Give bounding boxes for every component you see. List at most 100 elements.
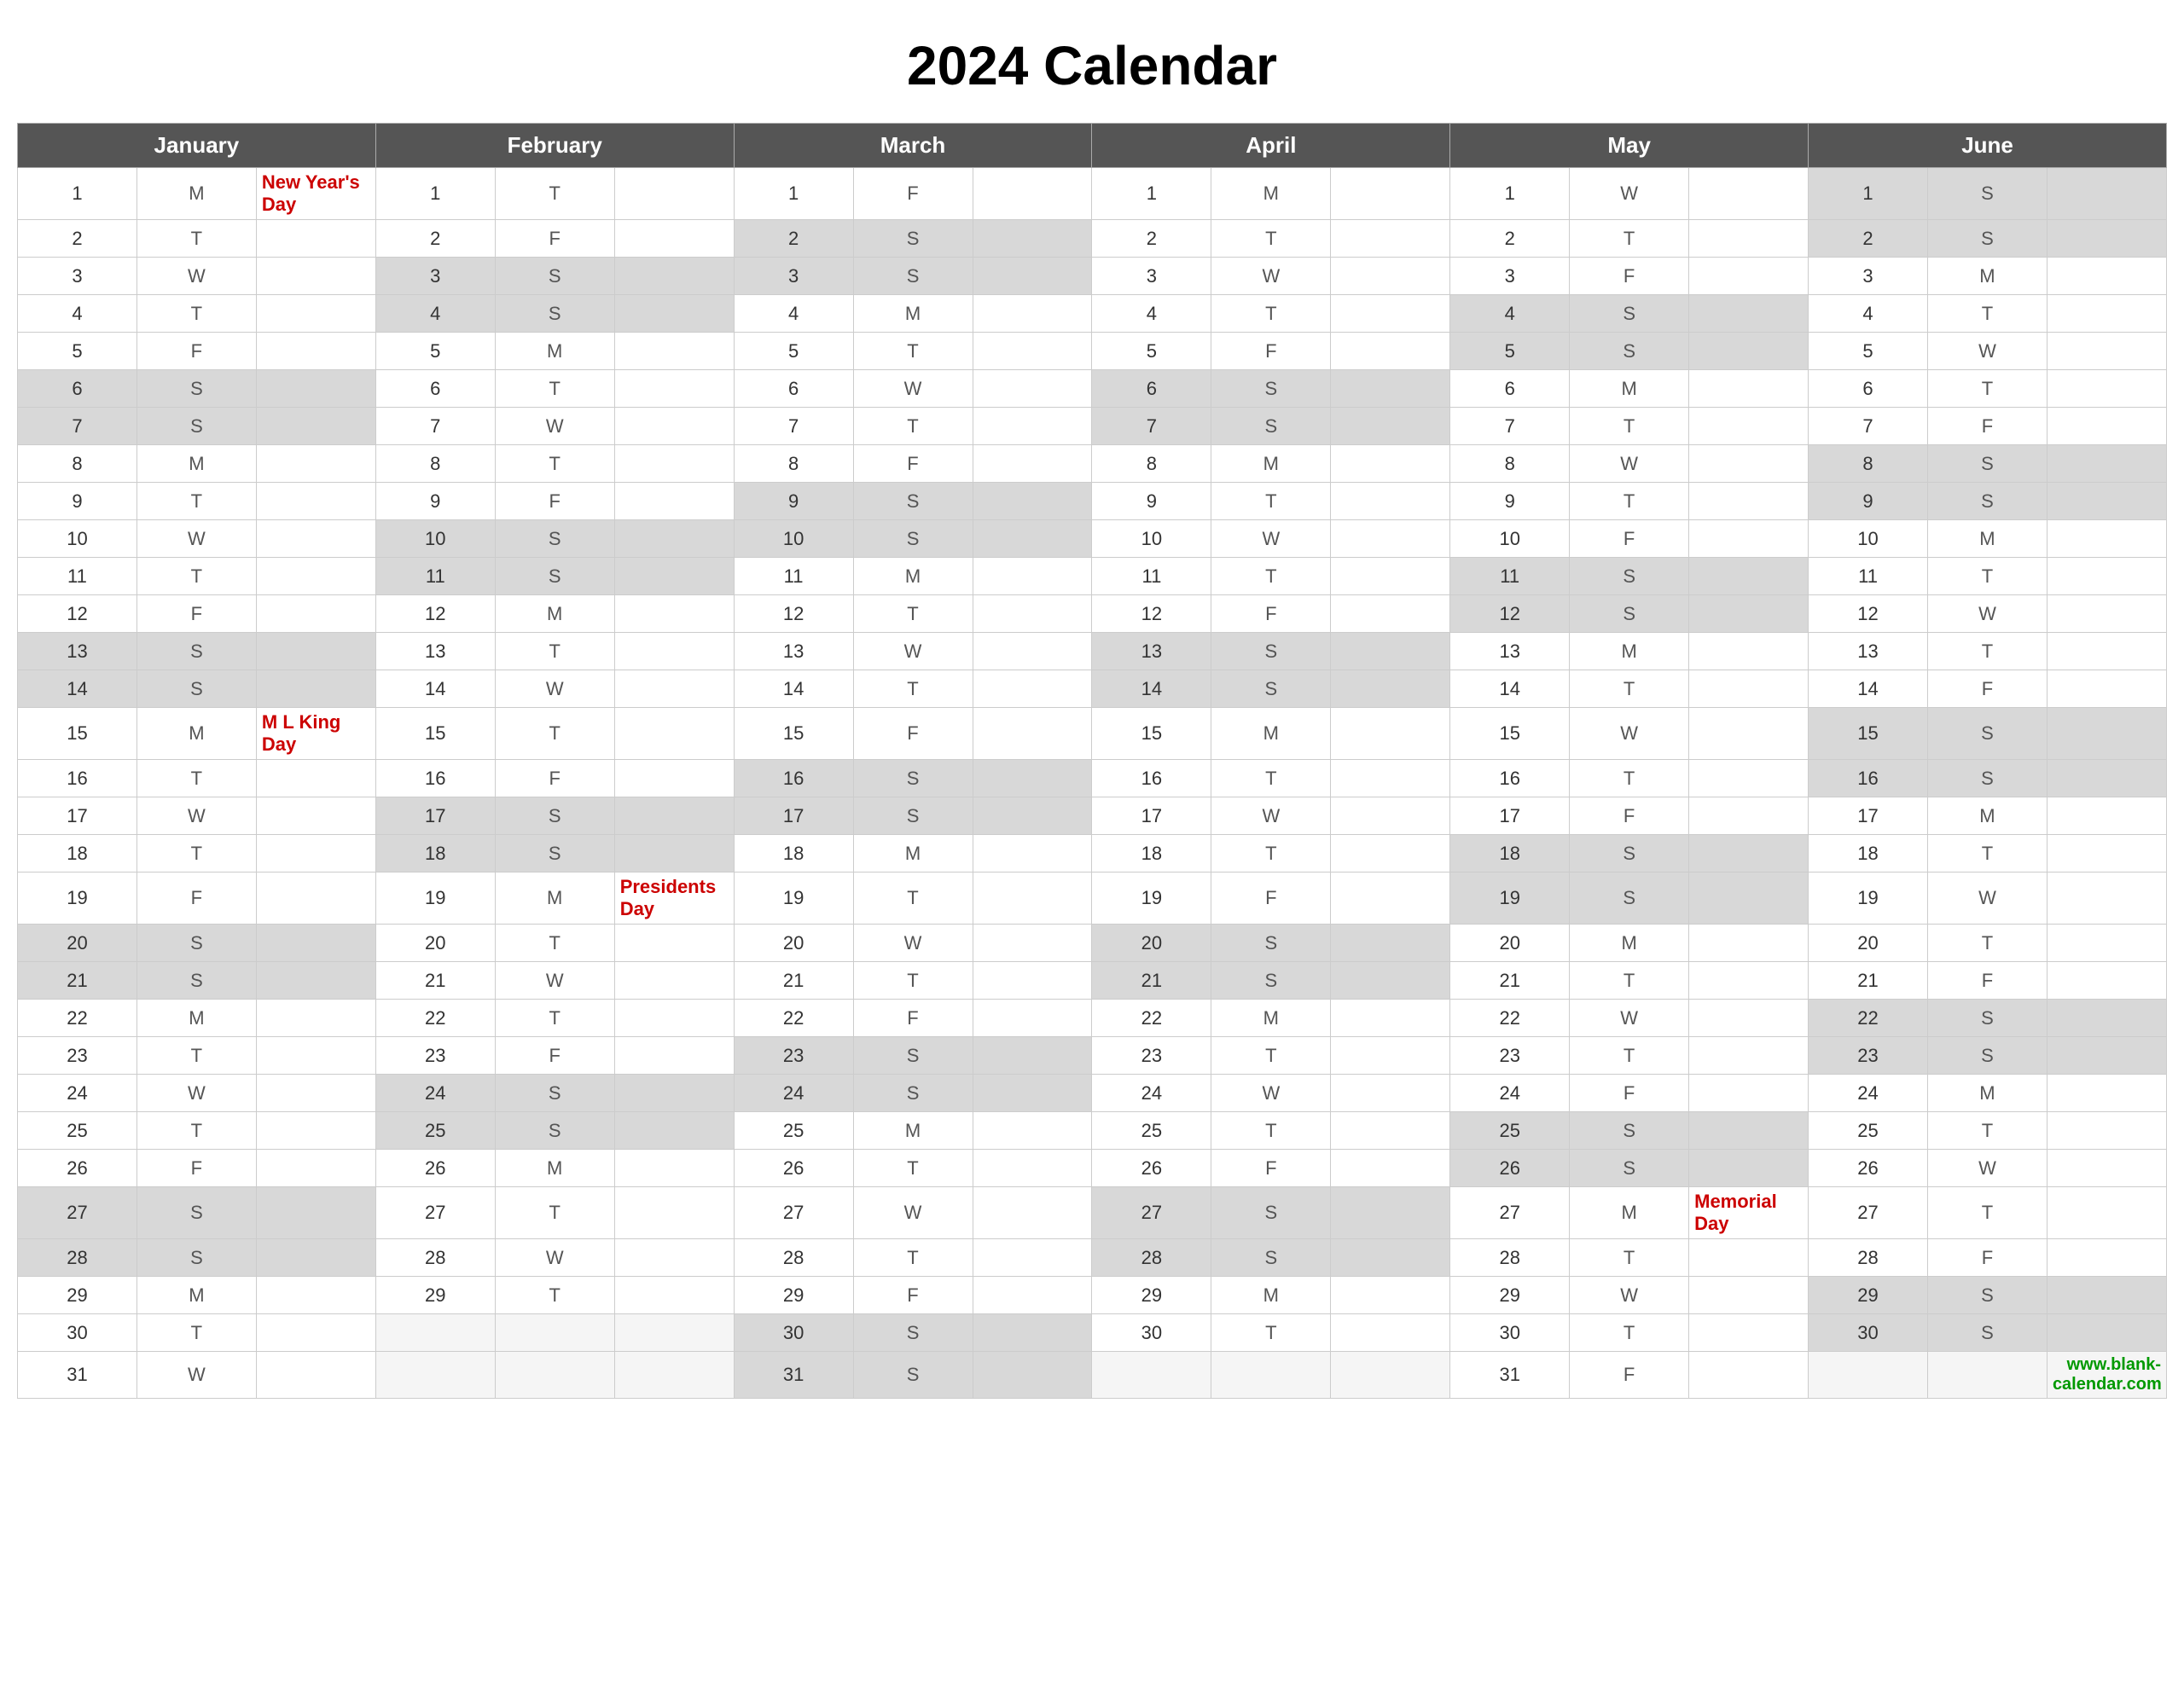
day-number: 22 [1092,1000,1211,1037]
day-event [2047,220,2166,258]
day-event [1331,295,1450,333]
calendar-row: 13S13T13W13S13M13T [18,633,2167,670]
day-letter: S [1928,445,2048,483]
day-event [614,333,734,370]
day-number: 14 [734,670,853,708]
day-letter: T [495,1187,614,1239]
day-number: 26 [375,1150,495,1187]
day-event [2047,633,2166,670]
day-letter: T [1570,962,1689,1000]
day-event [614,835,734,872]
day-event [1689,483,1809,520]
calendar-row: 23T23F23S23T23T23S [18,1037,2167,1075]
day-event [1689,670,1809,708]
day-letter: W [1928,333,2048,370]
day-number: 20 [18,925,137,962]
day-event [1331,258,1450,295]
day-event [2047,558,2166,595]
day-event [1331,408,1450,445]
day-number: 16 [375,760,495,797]
day-event [256,220,375,258]
day-letter: S [1928,220,2048,258]
day-letter: W [1211,1075,1331,1112]
day-letter: T [853,670,973,708]
day-number: 9 [1092,483,1211,520]
day-event [1689,1075,1809,1112]
day-event [973,1000,1092,1037]
day-event [256,333,375,370]
day-number: 25 [1450,1112,1570,1150]
calendar-row: 24W24S24S24W24F24M [18,1075,2167,1112]
day-letter: S [1570,295,1689,333]
day-letter: T [495,1277,614,1314]
day-event [973,408,1092,445]
day-number: 18 [18,835,137,872]
day-letter: S [853,520,973,558]
day-event [614,558,734,595]
day-number: 23 [375,1037,495,1075]
day-number: 17 [1450,797,1570,835]
day-letter: W [853,1187,973,1239]
day-event [614,1277,734,1314]
day-event [1331,558,1450,595]
day-letter: T [1928,295,2048,333]
day-number: 19 [1809,872,1928,925]
day-event [1689,445,1809,483]
day-number: 24 [734,1075,853,1112]
day-number: 17 [1809,797,1928,835]
day-event [256,1314,375,1352]
day-number: 28 [1092,1239,1211,1277]
day-number: 18 [1450,835,1570,872]
day-letter: S [1211,1239,1331,1277]
day-event [1689,333,1809,370]
day-event [614,797,734,835]
day-letter: W [495,408,614,445]
day-event [1689,370,1809,408]
day-event [1331,670,1450,708]
day-number: 20 [1809,925,1928,962]
day-event [256,670,375,708]
day-event [2047,670,2166,708]
day-number: 21 [18,962,137,1000]
day-event [1331,333,1450,370]
day-letter: S [136,370,256,408]
day-event [256,962,375,1000]
day-number: 23 [1450,1037,1570,1075]
day-letter: M [853,1112,973,1150]
day-letter: S [853,1352,973,1399]
day-number: 1 [1809,168,1928,220]
footer-link[interactable]: www.blank-calendar.com [2047,1352,2166,1399]
day-number: 15 [1450,708,1570,760]
day-number: 6 [375,370,495,408]
day-event [1331,760,1450,797]
day-number: 16 [1809,760,1928,797]
day-number: 21 [375,962,495,1000]
calendar-row: 26F26M26T26F26S26W [18,1150,2167,1187]
day-letter: T [1928,558,2048,595]
day-letter: F [853,1277,973,1314]
day-number: 27 [375,1187,495,1239]
day-number: 9 [734,483,853,520]
calendar-row: 11T11S11M11T11S11T [18,558,2167,595]
day-number: 4 [1450,295,1570,333]
day-event [973,295,1092,333]
day-number: 12 [18,595,137,633]
day-number: 1 [734,168,853,220]
day-event [1689,1112,1809,1150]
day-event [2047,1075,2166,1112]
day-number: 5 [375,333,495,370]
day-event [614,1187,734,1239]
calendar-row: 5F5M5T5F5S5W [18,333,2167,370]
day-event [1689,1314,1809,1352]
day-number: 1 [375,168,495,220]
day-letter: F [1570,797,1689,835]
day-event [973,962,1092,1000]
day-event [1331,168,1450,220]
day-letter: M [1211,708,1331,760]
day-number: 23 [734,1037,853,1075]
day-letter: S [1211,633,1331,670]
calendar-row: 10W10S10S10W10F10M [18,520,2167,558]
day-letter: M [1570,925,1689,962]
day-letter: M [136,1277,256,1314]
day-number: 2 [1809,220,1928,258]
